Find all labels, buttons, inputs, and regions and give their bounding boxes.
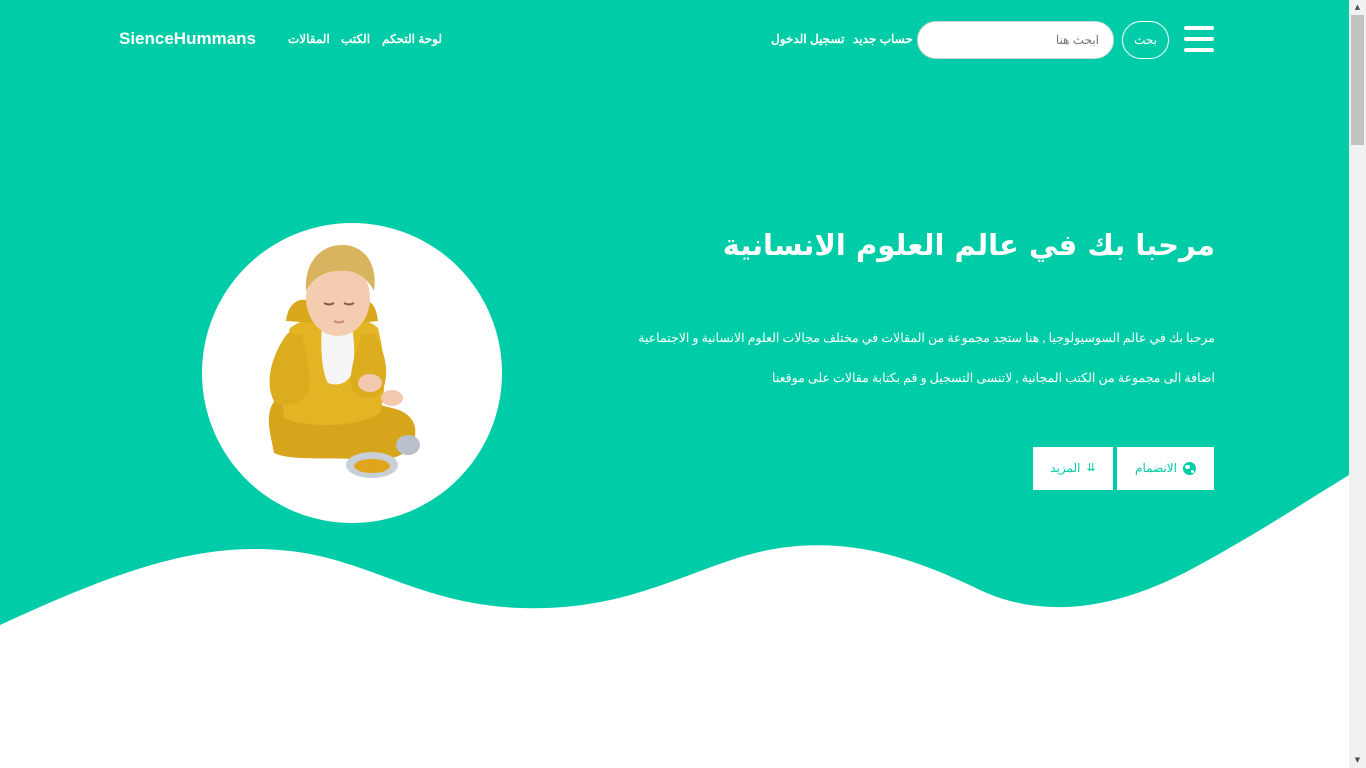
nav-link-books[interactable]: الكتب — [341, 32, 370, 46]
scroll-down-arrow-icon[interactable]: ▼ — [1349, 753, 1366, 768]
nav-link-dashboard[interactable]: لوحة التحكم — [382, 32, 442, 46]
nav-link-articles[interactable]: المقالات — [288, 32, 330, 46]
chevron-double-down-icon: ⇊ — [1086, 462, 1096, 474]
more-button[interactable]: ⇊ المزيد — [1033, 447, 1113, 490]
brand-logo[interactable]: SienceHummans — [119, 29, 256, 49]
page-scrollbar[interactable]: ▲ ▼ — [1349, 0, 1366, 768]
hero-image-circle — [202, 223, 502, 523]
search-input[interactable] — [917, 21, 1114, 59]
search-button[interactable]: بحث — [1122, 21, 1169, 59]
register-link[interactable]: حساب جديد — [853, 32, 913, 46]
scroll-thumb[interactable] — [1351, 15, 1364, 145]
hero-title: مرحبا بك في عالم العلوم الانسانية — [722, 228, 1215, 262]
more-button-label: المزيد — [1050, 461, 1081, 475]
hero-section: SienceHummans لوحة التحكم الكتب المقالات… — [0, 0, 1349, 768]
globe-icon — [1182, 462, 1196, 475]
login-link[interactable]: تسجيل الدخول — [771, 32, 844, 46]
join-button-label: الانضمام — [1135, 461, 1177, 475]
child-photo — [268, 245, 420, 478]
scroll-up-arrow-icon[interactable]: ▲ — [1349, 0, 1366, 15]
join-button[interactable]: الانضمام — [1117, 447, 1214, 490]
hero-description: مرحبا بك في عالم السوسيولوجيا , هنا ستجد… — [638, 331, 1215, 385]
hamburger-menu-icon[interactable] — [1184, 26, 1214, 52]
